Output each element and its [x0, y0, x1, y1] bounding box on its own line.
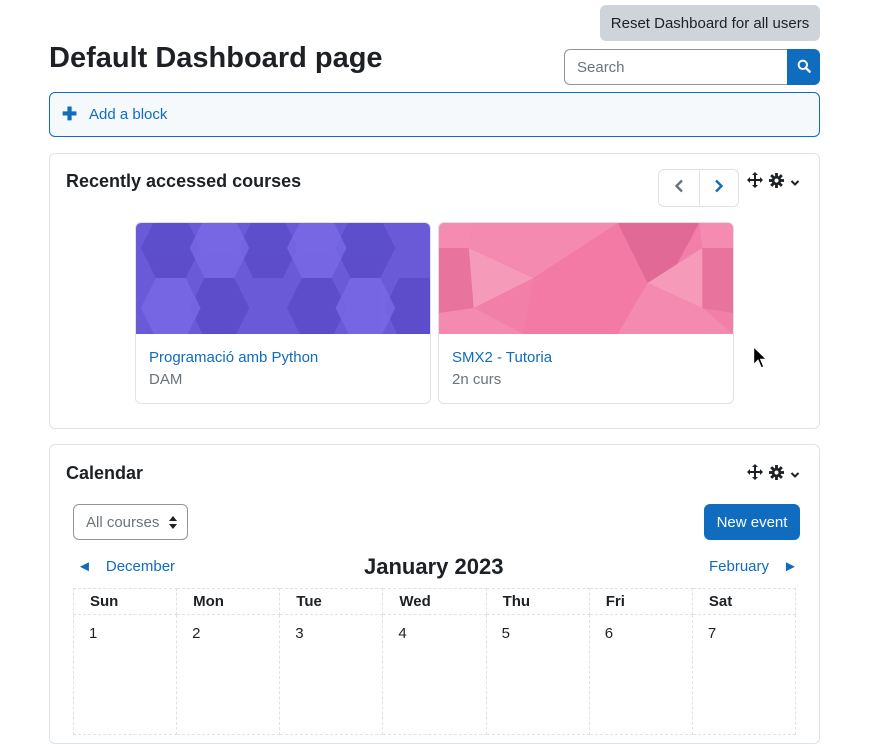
calendar-day[interactable]: 5	[485, 614, 590, 735]
gear-icon[interactable]	[769, 464, 784, 485]
search-button[interactable]	[787, 49, 820, 85]
calendar-day[interactable]: 7	[691, 614, 797, 735]
calendar-day[interactable]: 6	[588, 614, 693, 735]
gear-icon[interactable]	[769, 172, 784, 193]
select-arrows-icon	[169, 516, 177, 533]
page-title: Default Dashboard page	[49, 42, 383, 74]
next-button[interactable]	[698, 170, 739, 206]
course-name[interactable]: Programació amb Python	[149, 349, 318, 366]
carousel-nav	[658, 169, 739, 207]
course-filter-value: All courses	[86, 513, 160, 531]
calendar-day[interactable]: 3	[279, 614, 384, 735]
add-block-label: Add a block	[89, 106, 168, 123]
block-controls	[747, 464, 800, 485]
block-controls	[747, 172, 800, 193]
course-category: DAM	[149, 371, 183, 388]
weekday-header: Tue	[279, 588, 384, 615]
block-title: Calendar	[66, 463, 144, 483]
chevron-down-icon[interactable]	[790, 466, 800, 484]
search-icon	[797, 59, 811, 76]
next-month-label: February	[709, 558, 770, 575]
block-title: Recently accessed courses	[66, 171, 302, 191]
weekday-header: Sat	[691, 588, 797, 615]
chevron-down-icon[interactable]	[790, 174, 800, 192]
course-filter-select[interactable]: All courses	[73, 504, 188, 540]
current-month-title: January 2023	[364, 554, 504, 579]
calendar-table: Sun Mon Tue Wed Thu Fri Sat 1 2 3 4 5 6 …	[72, 588, 797, 735]
chevron-left-icon	[674, 179, 684, 198]
move-icon[interactable]	[747, 464, 763, 485]
prev-month-label: December	[105, 558, 176, 575]
move-icon[interactable]	[747, 172, 763, 193]
arrow-right-icon: ►	[783, 558, 798, 575]
add-block-button[interactable]: ✚ Add a block	[49, 92, 820, 137]
weekday-header: Mon	[176, 588, 281, 615]
search-form	[564, 49, 820, 85]
course-image	[439, 223, 733, 334]
weekday-header: Sun	[72, 588, 178, 615]
next-month-link[interactable]: February ►	[709, 558, 798, 575]
mouse-cursor-icon	[752, 344, 769, 376]
calendar-day[interactable]: 1	[72, 614, 178, 735]
course-card[interactable]: SMX2 - Tutoria 2n curs	[438, 222, 734, 404]
calendar-week-row: 1 2 3 4 5 6 7	[72, 614, 797, 735]
course-image	[136, 223, 430, 338]
course-card[interactable]: Programació amb Python DAM	[135, 222, 431, 404]
weekday-header-row: Sun Mon Tue Wed Thu Fri Sat	[72, 588, 797, 615]
reset-dashboard-button[interactable]: Reset Dashboard for all users	[600, 5, 820, 41]
course-name[interactable]: SMX2 - Tutoria	[452, 349, 552, 366]
course-category: 2n curs	[452, 371, 502, 388]
weekday-header: Wed	[382, 588, 487, 615]
prev-month-link[interactable]: ◄ December	[77, 558, 175, 575]
search-input[interactable]	[564, 49, 787, 85]
arrow-left-icon: ◄	[77, 558, 92, 575]
new-event-button[interactable]: New event	[704, 504, 800, 540]
plus-icon: ✚	[62, 104, 78, 124]
weekday-header: Thu	[485, 588, 590, 615]
calendar-day[interactable]: 4	[382, 614, 487, 735]
calendar-day[interactable]: 2	[176, 614, 281, 735]
weekday-header: Fri	[588, 588, 693, 615]
prev-button[interactable]	[659, 170, 699, 206]
chevron-right-icon	[714, 179, 724, 198]
